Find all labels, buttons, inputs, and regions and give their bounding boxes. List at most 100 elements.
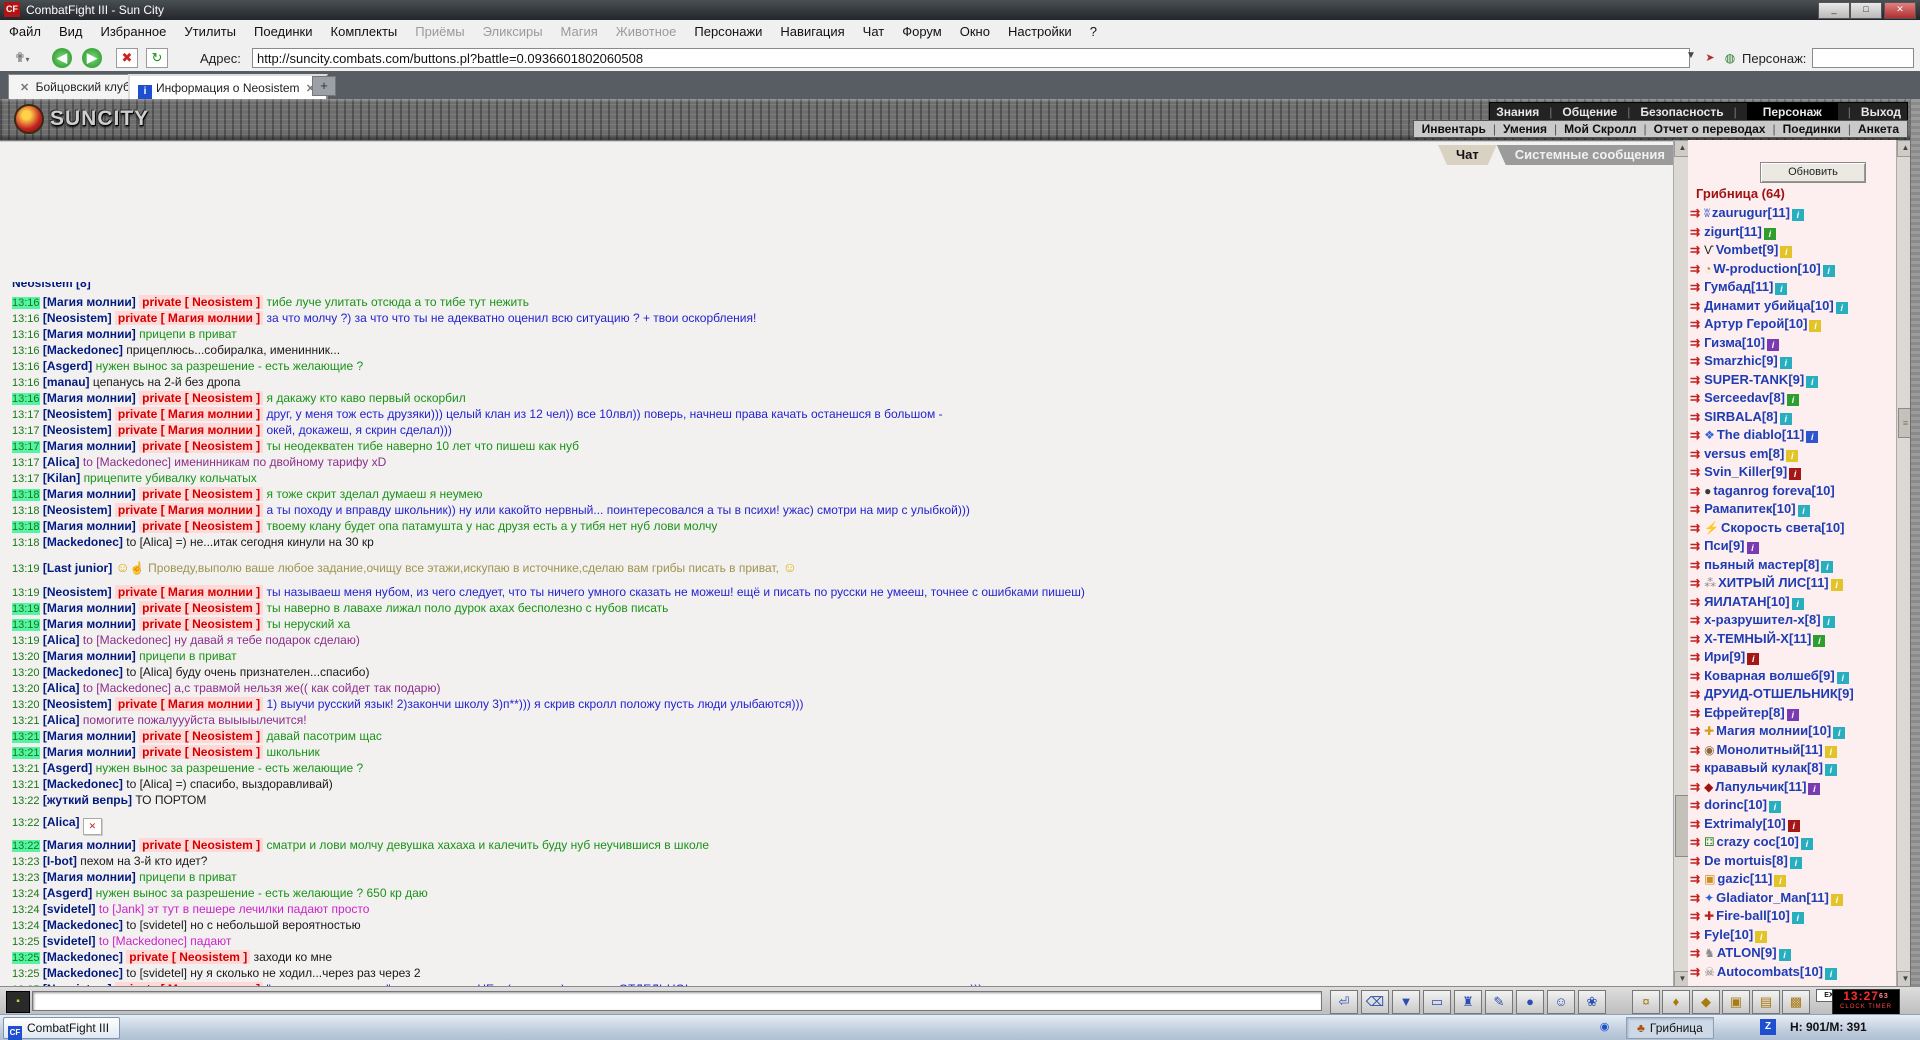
player-row[interactable]: ⇉ De mortuis[8] i bbox=[1690, 852, 1890, 871]
player-name[interactable]: Монолитный[11] bbox=[1717, 742, 1823, 757]
player-name[interactable]: versus em[8] bbox=[1704, 446, 1784, 461]
nav-link-Отчет о переводах[interactable]: Отчет о переводах bbox=[1654, 122, 1766, 136]
attack-icon[interactable]: ⇉ bbox=[1690, 373, 1704, 387]
info-badge[interactable]: i bbox=[1763, 227, 1776, 240]
attack-icon[interactable]: ⇉ bbox=[1690, 262, 1704, 276]
attack-icon[interactable]: ⇉ bbox=[1690, 798, 1704, 812]
chat-nick[interactable]: [Магия молнии] bbox=[43, 601, 136, 615]
player-name[interactable]: SUPER-TANK[9] bbox=[1704, 372, 1804, 387]
to-target[interactable]: to [Mackedonec] bbox=[83, 633, 174, 647]
player-row[interactable]: ⇉ Svin_Killer[9] i bbox=[1690, 463, 1890, 482]
info-badge[interactable]: i bbox=[1780, 246, 1793, 258]
attack-icon[interactable]: ⇉ bbox=[1690, 428, 1704, 442]
filter-button[interactable]: ▼ bbox=[1392, 990, 1420, 1014]
attack-icon[interactable]: ⇉ bbox=[1690, 225, 1704, 239]
player-name[interactable]: taganrog foreva[10] bbox=[1713, 483, 1834, 498]
player-name[interactable]: крававый кулак[8] bbox=[1704, 760, 1823, 775]
chat-nick[interactable]: [Kilan] bbox=[43, 471, 80, 485]
player-row[interactable]: ⇉ dorinc[10] i bbox=[1690, 796, 1890, 815]
player-row[interactable]: ⇉ Гумбад[11] i bbox=[1690, 278, 1890, 297]
player-name[interactable]: De mortuis[8] bbox=[1704, 853, 1788, 868]
chat-nick[interactable]: [Магия молнии] bbox=[43, 745, 136, 759]
nav-link-Поединки[interactable]: Поединки bbox=[1783, 122, 1841, 136]
refresh-button[interactable]: Обновить bbox=[1760, 162, 1866, 183]
info-badge[interactable]: i bbox=[1789, 856, 1802, 869]
player-row[interactable]: ⇉ ♞ ATLON[9] i bbox=[1690, 944, 1890, 963]
attack-icon[interactable]: ⇉ bbox=[1690, 706, 1704, 720]
game-button[interactable]: ♜ bbox=[1454, 990, 1482, 1014]
chat-nick[interactable]: [Mackedonec] bbox=[43, 535, 123, 549]
player-name[interactable]: Артур Герой[10] bbox=[1704, 316, 1807, 331]
to-target[interactable]: to [Alica] bbox=[126, 535, 175, 549]
nav-link-Умения[interactable]: Умения bbox=[1503, 122, 1547, 136]
player-row[interactable]: ⇉ ⚃ crazy coc[10] i bbox=[1690, 833, 1890, 852]
chat-nick[interactable]: [Магия молнии] bbox=[43, 649, 136, 663]
player-name[interactable]: Гизма[10] bbox=[1704, 335, 1765, 350]
player-name[interactable]: пьяный мастер[8] bbox=[1704, 557, 1819, 572]
chat-nick[interactable]: [Mackedonec] bbox=[43, 918, 123, 932]
attack-icon[interactable]: ⇉ bbox=[1690, 817, 1704, 831]
tab-info-neosistem[interactable]: i Информация о Neosistem ✕ bbox=[128, 74, 329, 102]
player-row[interactable]: ⇉ пьяный мастер[8] i bbox=[1690, 556, 1890, 575]
player-row[interactable]: ⇉ ✚ Fire-ball[10] i bbox=[1690, 907, 1890, 926]
attack-icon[interactable]: ⇉ bbox=[1690, 502, 1704, 516]
attack-icon[interactable]: ⇉ bbox=[1690, 891, 1704, 905]
attack-icon[interactable]: ⇉ bbox=[1690, 854, 1704, 868]
address-input[interactable] bbox=[252, 48, 1690, 68]
to-target[interactable]: to [Alica] bbox=[126, 777, 175, 791]
attack-icon[interactable]: ⇉ bbox=[1690, 650, 1704, 664]
player-name[interactable]: Коварная волшеб[9] bbox=[1704, 668, 1835, 683]
chat-nick[interactable]: [svidetel] bbox=[43, 934, 96, 948]
info-badge[interactable]: i bbox=[1806, 375, 1819, 388]
nav-link-Персонаж[interactable]: Персонаж bbox=[1746, 103, 1838, 121]
menu-item-Навигация[interactable]: Навигация bbox=[771, 20, 853, 43]
info-badge[interactable]: i bbox=[1833, 727, 1846, 739]
attack-icon[interactable]: ⇉ bbox=[1690, 761, 1704, 775]
info-badge[interactable]: i bbox=[1779, 412, 1792, 425]
chat-nick[interactable]: [Neosistem] bbox=[43, 585, 112, 599]
info-badge[interactable]: i bbox=[1822, 616, 1835, 628]
menu-item-Поединки[interactable]: Поединки bbox=[245, 20, 322, 43]
player-name[interactable]: The diablo[11] bbox=[1717, 427, 1804, 442]
player-name[interactable]: zaurugur[11] bbox=[1712, 205, 1790, 220]
chat-nick[interactable]: [Alica] bbox=[43, 681, 80, 695]
player-row[interactable]: ⇉ Артур Герой[10] i bbox=[1690, 315, 1890, 334]
taskbar-app-button[interactable]: CF CombatFight III bbox=[3, 1017, 121, 1040]
player-row[interactable]: ⇉ ✦ Gladiator_Man[11] i bbox=[1690, 889, 1890, 908]
to-target[interactable]: to [Mackedonec] bbox=[83, 681, 174, 695]
info-badge[interactable]: i bbox=[1821, 560, 1834, 573]
tray-z-icon[interactable]: Z bbox=[1760, 1019, 1776, 1035]
chat-nick[interactable]: [svidetel] bbox=[43, 902, 96, 916]
chat-nick[interactable]: [Магия молнии] bbox=[43, 838, 136, 852]
player-row[interactable]: ⇉ Serceedav[8] i bbox=[1690, 389, 1890, 408]
player-name[interactable]: Магия молнии[10] bbox=[1716, 723, 1831, 738]
go-icon[interactable]: ➤ bbox=[1700, 48, 1720, 68]
attack-icon[interactable]: ⇉ bbox=[1690, 872, 1704, 886]
attack-icon[interactable]: ⇉ bbox=[1690, 539, 1704, 553]
info-badge[interactable]: i bbox=[1800, 838, 1813, 850]
attack-icon[interactable]: ⇉ bbox=[1690, 447, 1704, 461]
player-row[interactable]: ⇉ Динамит убийца[10] i bbox=[1690, 297, 1890, 316]
edit-button[interactable]: ✎ bbox=[1485, 990, 1513, 1014]
attack-icon[interactable]: ⇉ bbox=[1690, 595, 1704, 609]
attack-icon[interactable]: ⇉ bbox=[1690, 465, 1704, 479]
attack-icon[interactable]: ⇉ bbox=[1690, 669, 1704, 683]
to-target[interactable]: to [svidetel] bbox=[126, 966, 190, 980]
info-badge[interactable]: i bbox=[1822, 264, 1835, 277]
player-name[interactable]: х-разрушител-х[8] bbox=[1704, 612, 1820, 627]
info-badge[interactable]: i bbox=[1825, 967, 1838, 980]
nav-link-Анкета[interactable]: Анкета bbox=[1858, 122, 1899, 136]
player-name[interactable]: W-production[10] bbox=[1713, 261, 1820, 276]
chat-nick[interactable]: [Alica] bbox=[43, 455, 80, 469]
attack-icon[interactable]: ⇉ bbox=[1690, 336, 1704, 350]
player-row[interactable]: ⇉ ДРУИД-ОТШЕЛЬНИК[9] bbox=[1690, 685, 1890, 704]
to-target[interactable]: to [Jank] bbox=[99, 902, 148, 916]
info-badge[interactable]: i bbox=[1835, 301, 1848, 314]
info-badge[interactable]: i bbox=[1797, 505, 1810, 517]
chat-nick[interactable]: [Neosistem] bbox=[43, 407, 112, 421]
player-row[interactable]: ⇉ Smarzhic[9] i bbox=[1690, 352, 1890, 371]
chat-scrollbar[interactable]: ▲ ▼ bbox=[1673, 140, 1691, 988]
player-name[interactable]: Gladiator_Man[11] bbox=[1716, 890, 1829, 905]
new-tab-button[interactable]: + bbox=[312, 76, 336, 96]
channel-button[interactable]: ▪ bbox=[6, 991, 30, 1013]
